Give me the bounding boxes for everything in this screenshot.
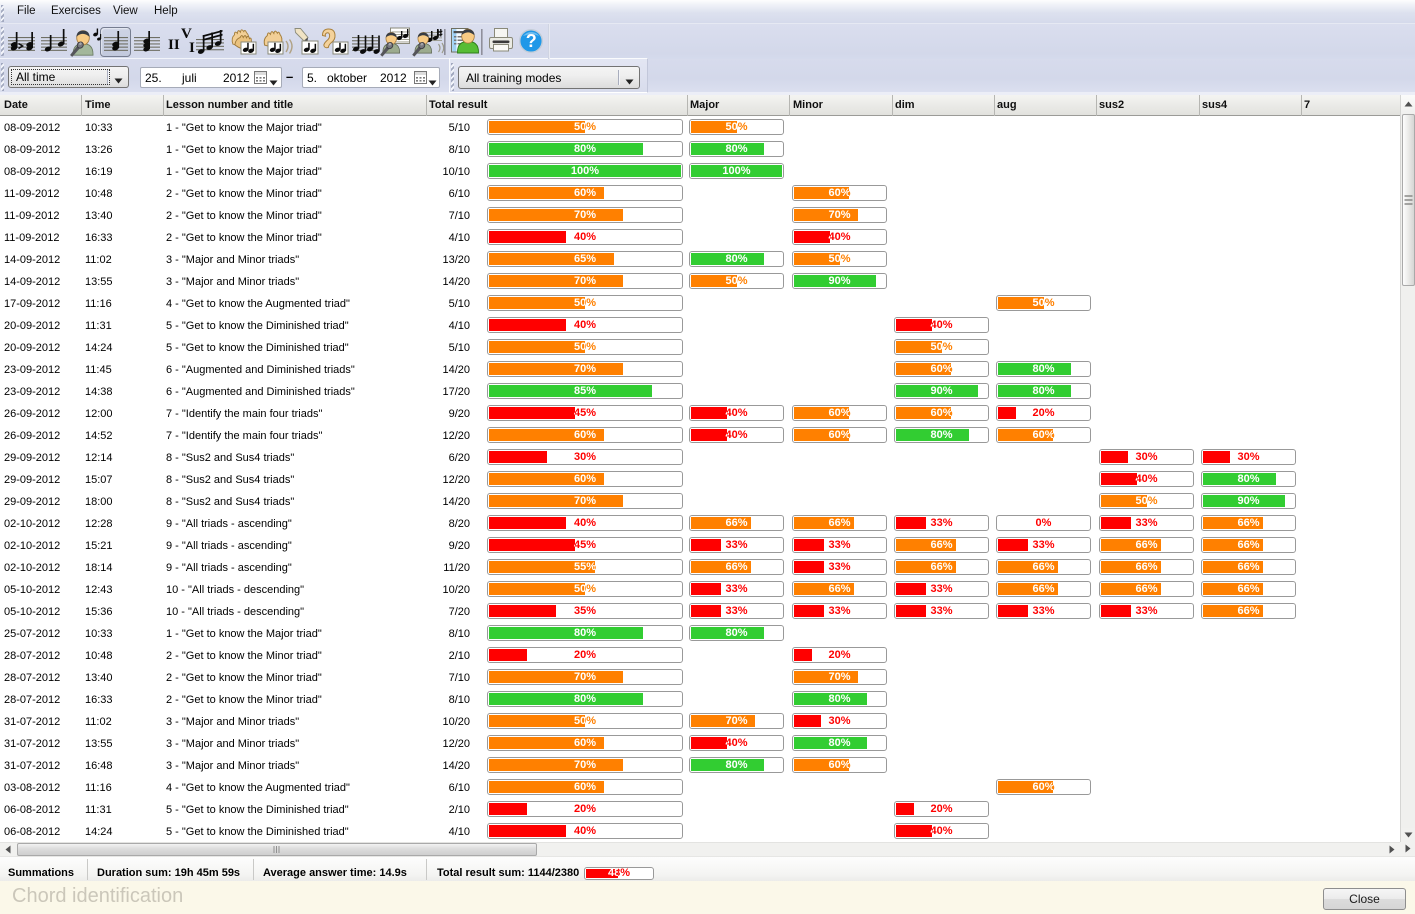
svg-text:?: ?	[526, 31, 537, 51]
svg-text:I: I	[189, 40, 195, 56]
svg-text:II: II	[168, 37, 180, 53]
